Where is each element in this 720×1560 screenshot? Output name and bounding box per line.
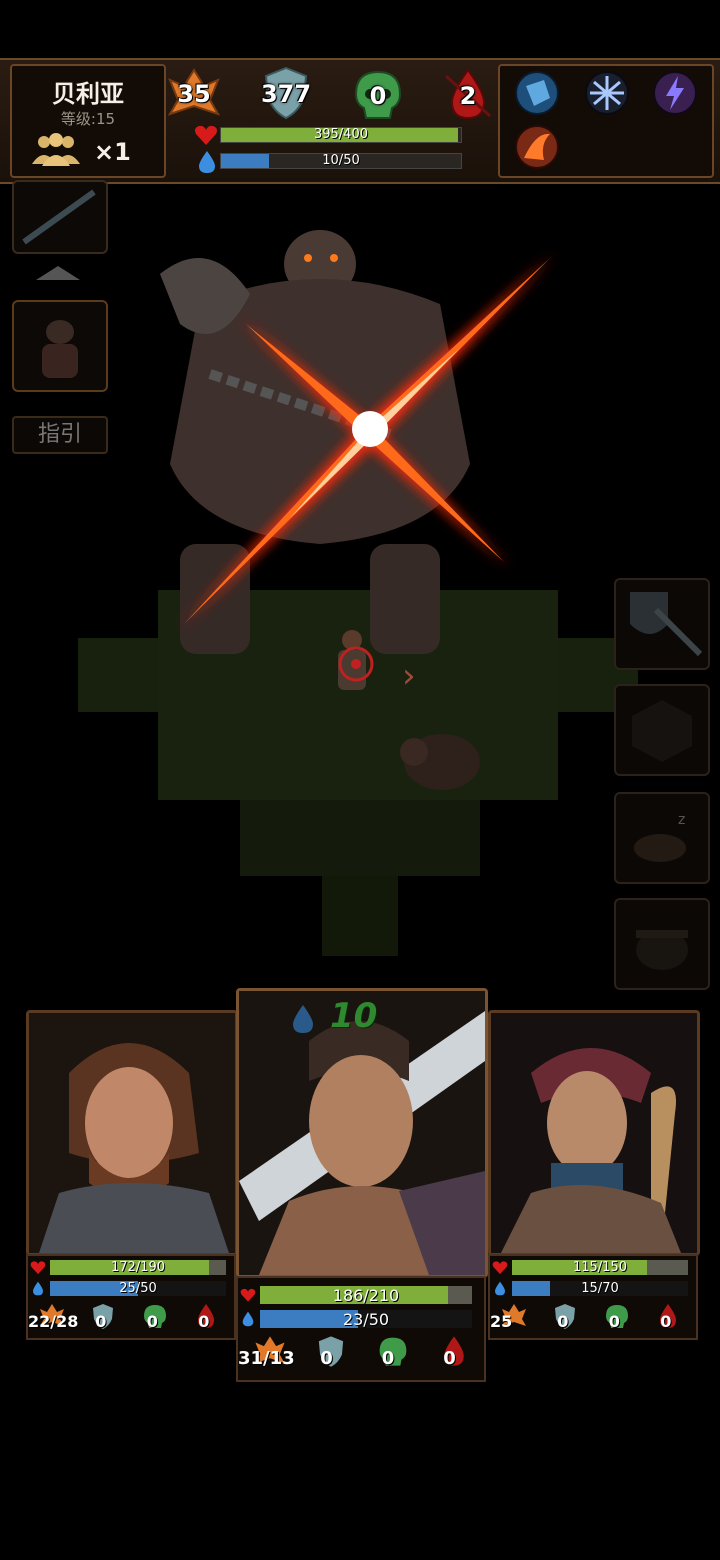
member-bleed-value: 0 bbox=[443, 1348, 456, 1369]
svg-text:z: z bbox=[678, 812, 685, 828]
member-hp-bar: 172/190 bbox=[50, 1260, 226, 1275]
main-mp-bar: 10/50 bbox=[220, 153, 462, 169]
hero-name: 贝利亚 bbox=[52, 80, 124, 108]
member-poison-value: 0 bbox=[608, 1312, 620, 1331]
skills-panel bbox=[498, 64, 714, 178]
member-armor-value: 0 bbox=[95, 1312, 107, 1331]
weapon-slot[interactable] bbox=[614, 578, 710, 670]
main-mp-text: 10/50 bbox=[322, 153, 360, 168]
lightning-skill-icon[interactable] bbox=[652, 70, 698, 116]
floating-mana-number: 10 bbox=[330, 996, 378, 1036]
sword-shield-icon bbox=[630, 592, 703, 657]
mana-gain-drop-icon bbox=[293, 1005, 313, 1033]
attack-value: 35 bbox=[177, 80, 211, 108]
party-card-shaman[interactable] bbox=[488, 1010, 700, 1256]
cooking-slot[interactable] bbox=[614, 898, 710, 990]
empty-slot-icon bbox=[632, 700, 692, 762]
member-mp-text: 15/70 bbox=[581, 1281, 619, 1296]
cauldron-icon bbox=[636, 930, 688, 970]
member-mp-text: 25/50 bbox=[119, 1281, 157, 1296]
member-heart-icon bbox=[30, 1261, 46, 1275]
critical-slash-effect bbox=[180, 253, 555, 628]
member-hp-bar: 115/150 bbox=[512, 1260, 688, 1275]
direction-arrow-icon[interactable]: › bbox=[402, 656, 416, 696]
mana-drop-icon bbox=[199, 151, 215, 173]
member-mana-icon bbox=[495, 1281, 505, 1296]
spear-icon bbox=[22, 189, 96, 245]
main-hp-text: 395/400 bbox=[313, 127, 368, 142]
empty-slot[interactable] bbox=[614, 684, 710, 776]
member-mp-bar: 25/50 bbox=[50, 1281, 226, 1296]
member-armor-value: 0 bbox=[557, 1312, 569, 1331]
sleep-icon: z bbox=[634, 812, 686, 862]
equipment-slot[interactable] bbox=[12, 180, 108, 254]
member-attack-value: 31/13 bbox=[238, 1348, 295, 1369]
member-armor-value: 0 bbox=[320, 1348, 333, 1369]
guide-button[interactable]: 指引 bbox=[12, 416, 108, 454]
member-mana-icon bbox=[242, 1311, 254, 1327]
hero-panel[interactable]: 贝利亚 等级:15 ×1 bbox=[10, 64, 166, 178]
map-exit-tile bbox=[322, 876, 398, 956]
member-heart-icon bbox=[492, 1261, 508, 1275]
member-bleed-value: 0 bbox=[198, 1312, 210, 1331]
party-icon bbox=[32, 133, 80, 166]
warrior-portrait bbox=[29, 1013, 235, 1253]
heart-icon bbox=[195, 125, 217, 145]
member-mp-bar: 23/50 bbox=[260, 1310, 472, 1329]
member-mana-icon bbox=[33, 1281, 43, 1296]
fire-slash-skill-icon[interactable] bbox=[514, 124, 560, 170]
party-count: ×1 bbox=[94, 138, 131, 166]
member-poison-value: 0 bbox=[381, 1348, 395, 1369]
frost-web-skill-icon[interactable] bbox=[584, 70, 630, 116]
enemy-portrait-slot[interactable] bbox=[12, 300, 108, 392]
member-hp-text: 172/190 bbox=[110, 1260, 165, 1275]
boar-enemy[interactable] bbox=[392, 702, 488, 802]
member-mp-bar: 15/70 bbox=[512, 1281, 688, 1296]
ice-orb-skill-icon[interactable] bbox=[514, 70, 560, 116]
map-passage bbox=[240, 800, 480, 876]
shaman-portrait bbox=[491, 1013, 697, 1253]
member-hp-bar: 186/210 bbox=[260, 1286, 472, 1305]
member-poison-value: 0 bbox=[146, 1312, 158, 1331]
member-attack-value: 25 bbox=[490, 1312, 513, 1331]
member-hp-text: 115/150 bbox=[572, 1260, 627, 1275]
hero-map-token[interactable] bbox=[312, 620, 392, 720]
member-mp-text: 23/50 bbox=[342, 1310, 390, 1329]
member-hp-text: 186/210 bbox=[332, 1286, 400, 1305]
member-bleed-value: 0 bbox=[660, 1312, 672, 1331]
scroll-up-arrow[interactable] bbox=[36, 266, 80, 280]
member-attack-value: 22/28 bbox=[28, 1312, 79, 1331]
main-hp-bar: 395/400 bbox=[220, 127, 462, 143]
rest-slot[interactable]: z bbox=[614, 792, 710, 884]
party-card-warrior[interactable] bbox=[26, 1010, 238, 1256]
hero-level: 等级:15 bbox=[60, 110, 116, 128]
ogre-portrait-icon bbox=[42, 320, 78, 378]
armor-value: 377 bbox=[260, 80, 312, 108]
member-heart-icon bbox=[240, 1288, 256, 1302]
bleed-value: 2 bbox=[459, 82, 477, 110]
poison-value: 0 bbox=[369, 82, 387, 110]
